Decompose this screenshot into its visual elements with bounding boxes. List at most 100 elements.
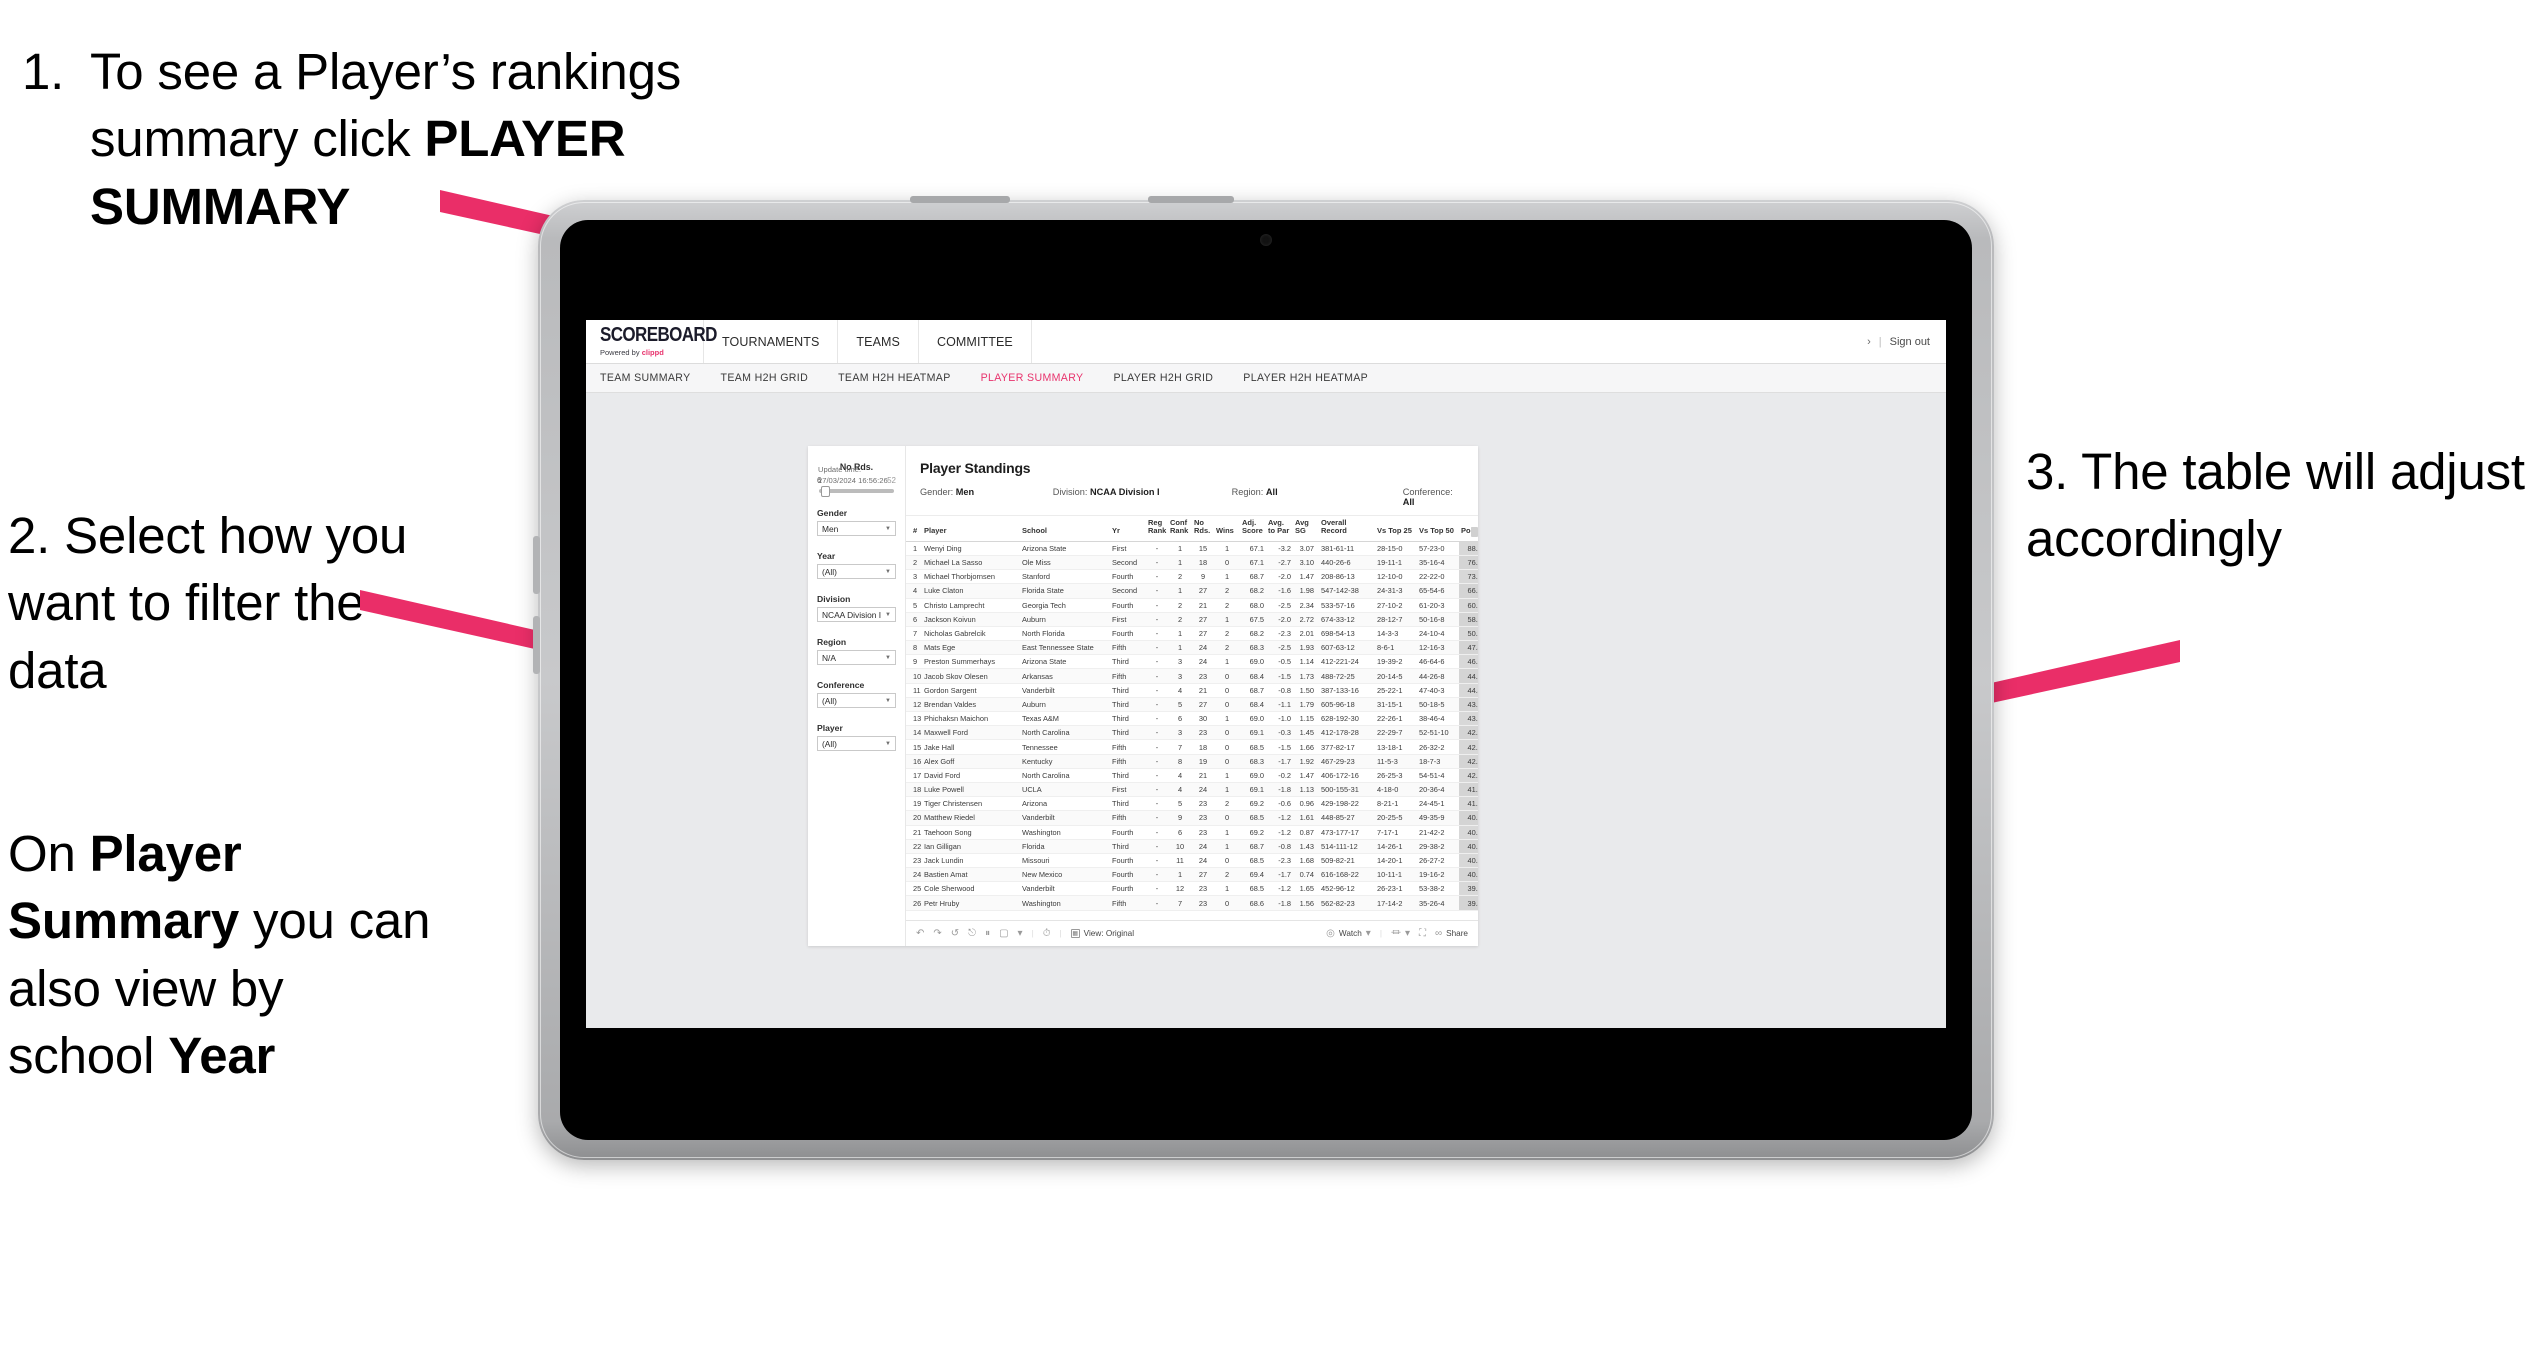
tab-team-h2h-grid[interactable]: TEAM H2H GRID (721, 372, 809, 384)
topnav-item-committee[interactable]: COMMITTEE (919, 320, 1032, 363)
table-row[interactable]: 9 Preston Summerhays Arizona State Third -3 2… (906, 654, 1478, 670)
table-row[interactable]: 13 Phichaksn Maichon Texas A&M Third -6 30 1 69… (906, 711, 1478, 727)
table-row[interactable]: 23 Jack Lundin Missouri Fourth -11 24 0 68.5 -2.… (906, 853, 1478, 869)
slider-handle[interactable] (821, 485, 830, 497)
scoreboard-logo[interactable]: SCOREBOARD Powered by clippd (586, 320, 717, 363)
undo-icon[interactable]: ↶ (916, 928, 924, 939)
table-row[interactable]: 10 Jacob Skov Olesen Arkansas Fifth -3 23 0 68.… (906, 668, 1478, 684)
refresh-icon[interactable]: ⎋ (968, 928, 976, 939)
chevron-right-icon[interactable]: › (1867, 336, 1871, 348)
side-button-lower[interactable] (533, 616, 540, 674)
sign-out-link[interactable]: Sign out (1890, 336, 1930, 348)
filter-gender-select[interactable]: Men ▼ (817, 521, 896, 536)
col-rank[interactable]: # (906, 516, 922, 542)
cell-vs-top-25: 14-26-1 (1375, 839, 1417, 854)
col-conf-rank[interactable]: Conf Rank (1168, 516, 1192, 542)
tab-player-h2h-heatmap[interactable]: PLAYER H2H HEATMAP (1243, 372, 1368, 384)
volume-button[interactable] (1148, 196, 1234, 203)
table-row[interactable]: 11 Gordon Sargent Vanderbilt Third -4 21 0 68.7… (906, 683, 1478, 698)
filter-year-select[interactable]: (All) ▼ (817, 564, 896, 579)
col-no-rounds[interactable]: No Rds. (1192, 516, 1214, 542)
caret-down-icon[interactable]: ▾ (1018, 928, 1023, 939)
cell-avg-to-par: -0.6 (1266, 796, 1293, 812)
table-row[interactable]: 14 Maxwell Ford North Carolina Third -3 23 0 69… (906, 725, 1478, 741)
col-adj-score[interactable]: Adj. Score (1240, 516, 1266, 542)
col-player[interactable]: Player (922, 516, 1020, 542)
table-row[interactable]: 26 Petr Hruby Washington Fifth -7 23 0 68.6 -1.8… (906, 895, 1478, 911)
col-vs-top-25[interactable]: Vs Top 25 (1375, 516, 1417, 542)
col-year[interactable]: Yr (1110, 516, 1146, 542)
tab-player-h2h-grid[interactable]: PLAYER H2H GRID (1113, 372, 1213, 384)
watch-button[interactable]: ◎ Watch ▾ (1326, 928, 1371, 939)
col-overall-record[interactable]: Overall Record (1316, 516, 1375, 542)
cell-wins: 2 (1214, 583, 1240, 599)
meta-region-value: All (1265, 487, 1278, 497)
table-row[interactable]: 19 Tiger Christensen Arizona Third -5 23 2 69.2… (906, 796, 1478, 812)
col-avg-sg[interactable]: Avg SG (1293, 516, 1316, 542)
table-row[interactable]: 5 Christo Lamprecht Georgia Tech Fourth -2 21… (906, 598, 1478, 613)
table-row[interactable]: 3 Michael Thorbjornsen Stanford Fourth -2 9 1 6… (906, 569, 1478, 585)
col-avg-to-par[interactable]: Avg. to Par (1266, 516, 1293, 542)
tab-team-summary[interactable]: TEAM SUMMARY (600, 372, 691, 384)
revert-icon[interactable]: ↺ (951, 928, 959, 939)
topnav-item-tournaments[interactable]: TOURNAMENTS (704, 320, 839, 363)
table-row[interactable]: 1 Wenyi Ding Arizona State First -1 15 1 67.1 -3… (906, 541, 1478, 556)
filter-region-select[interactable]: N/A ▼ (817, 650, 896, 665)
col-vs-top-50[interactable]: Vs Top 50 (1417, 516, 1459, 542)
table-row[interactable]: 20 Matthew Riedel Vanderbilt Fifth -9 23 0 68.5… (906, 810, 1478, 826)
filter-division-select[interactable]: NCAA Division I ▼ (817, 607, 896, 622)
table-row[interactable]: 21 Taehoon Song Washington Fourth -6 23 1 69.2-… (906, 825, 1478, 840)
table-row[interactable]: 17 David Ford North Carolina Third -4 21 1 69.0… (906, 768, 1478, 783)
filter-player-select[interactable]: (All) ▼ (817, 736, 896, 751)
step-1-number: 1. (22, 43, 65, 100)
fullscreen-icon[interactable]: ⛶ (1419, 928, 1426, 939)
slider-track[interactable] (819, 485, 894, 497)
cell-avg-sg: 1.14 (1293, 654, 1316, 670)
standings-table-scroll-area[interactable]: # Player School Yr Reg Rank Conf Rank No… (906, 516, 1478, 920)
col-wins[interactable]: Wins (1214, 516, 1240, 542)
highlight-icon[interactable]: ▢ (999, 928, 1008, 939)
cell-vs-top-25: 31-15-1 (1375, 697, 1417, 713)
col-school[interactable]: School (1020, 516, 1110, 542)
cell-no-rds: 30 (1192, 711, 1214, 727)
tab-team-h2h-heatmap[interactable]: TEAM H2H HEATMAP (838, 372, 951, 384)
cell-avg-to-par: -2.0 (1266, 612, 1293, 627)
table-row[interactable]: 8 Mats Ege East Tennessee State Fifth -1 24 2 6… (906, 640, 1478, 656)
cell-vs-top-25: 8-21-1 (1375, 796, 1417, 812)
clock-icon[interactable]: ⏱ (1043, 928, 1051, 939)
cell-vs-top-50: 18-7-3 (1417, 754, 1459, 769)
table-row[interactable]: 18 Luke Powell UCLA First -4 24 1 69.1 -1.8 1.13 5… (906, 782, 1478, 798)
share-icon: ∞ (1435, 927, 1443, 939)
table-row[interactable]: 7 Nicholas Gabrelcik North Florida Fourth -1… (906, 626, 1478, 642)
vertical-scrollbar-thumb[interactable] (1471, 527, 1478, 537)
table-row[interactable]: 12 Brendan Valdes Auburn Third -5 27 0 68.4 -1.1… (906, 697, 1478, 713)
view-original-button[interactable]: ▦ View: Original (1070, 929, 1134, 938)
cell-points: 40.68 (1459, 839, 1478, 854)
cell-no-rds: 23 (1192, 796, 1214, 812)
table-row[interactable]: 25 Cole Sherwood Vanderbilt Fourth -12 23 1 68.… (906, 881, 1478, 897)
table-row[interactable]: 24 Bastien Amat New Mexico Fourth -1 27 2 69.4-… (906, 867, 1478, 883)
filter-conference-select[interactable]: (All) ▼ (817, 693, 896, 708)
table-row[interactable]: 15 Jake Hall Tennessee Fifth -7 18 0 68.5 -1.5 1.… (906, 739, 1478, 755)
redo-icon[interactable]: ↷ (933, 928, 941, 939)
cell-adj-score: 68.2 (1240, 583, 1266, 599)
tab-player-summary[interactable]: PLAYER SUMMARY (981, 372, 1084, 384)
pause-icon[interactable]: ⏸ (985, 928, 990, 939)
table-row[interactable]: 22 Ian Gilligan Florida Third -10 24 1 68.7 -0.8… (906, 839, 1478, 854)
table-row[interactable]: 16 Alex Goff Kentucky Fifth -8 19 0 68.3 -1.7 1.9… (906, 754, 1478, 769)
power-button[interactable] (910, 196, 1010, 203)
chevron-down-icon: ▼ (885, 654, 891, 661)
side-button-upper[interactable] (533, 536, 540, 594)
cell-school: Kentucky (1020, 754, 1110, 769)
table-row[interactable]: 2 Michael La Sasso Ole Miss Second -1 18 0 67.1… (906, 555, 1478, 571)
download-button[interactable]: ⏛ ▾ (1391, 928, 1410, 939)
topnav-item-teams[interactable]: TEAMS (838, 320, 919, 363)
share-button[interactable]: ∞ Share (1435, 927, 1468, 939)
table-row[interactable]: 6 Jackson Koivun Auburn First -2 27 1 67.5 -2.0 2… (906, 612, 1478, 627)
topnav-label: TOURNAMENTS (722, 334, 820, 349)
col-reg-rank[interactable]: Reg Rank (1146, 516, 1168, 542)
cell-no-rds: 9 (1192, 569, 1214, 585)
cell-school: Georgia Tech (1020, 598, 1110, 613)
cell-vs-top-50: 26-32-2 (1417, 739, 1459, 755)
table-row[interactable]: 4 Luke Claton Florida State Second -1 27 2 68.2… (906, 583, 1478, 599)
